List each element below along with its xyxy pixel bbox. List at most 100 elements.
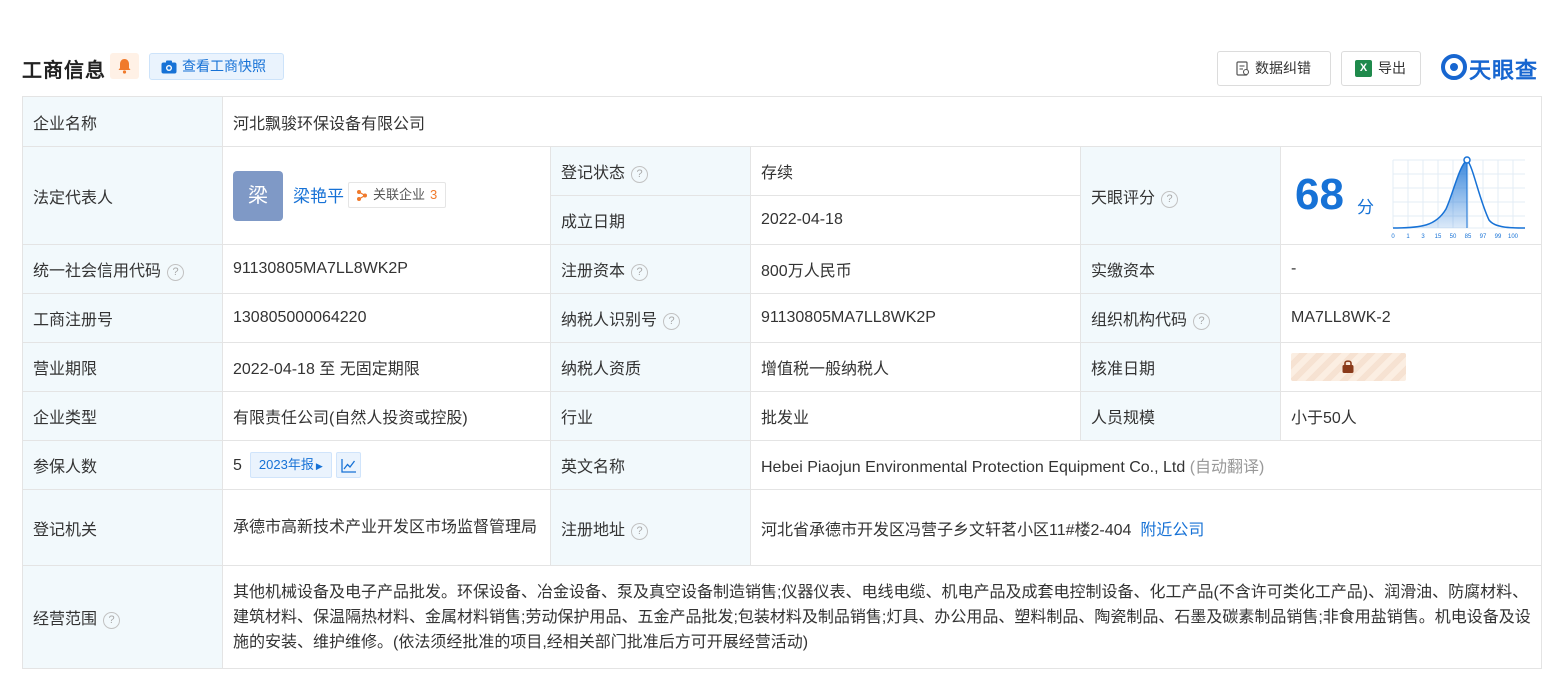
- help-icon[interactable]: ?: [1161, 190, 1179, 208]
- authority-label: 登记机关: [22, 489, 223, 566]
- score-tick: 0: [1391, 234, 1395, 240]
- help-icon[interactable]: ?: [1193, 313, 1211, 330]
- company-name-value: 河北飘骏环保设备有限公司: [221, 96, 1543, 147]
- legal-rep-label: 法定代表人: [22, 146, 223, 245]
- table-row: 登记机关 承德市高新技术产业开发区市场监督管理局 注册地址? 河北省承德市开发区…: [22, 489, 1543, 566]
- authority-value: 承德市高新技术产业开发区市场监督管理局: [222, 489, 551, 566]
- score-tick: 3: [1421, 234, 1425, 240]
- network-icon: [357, 189, 367, 201]
- excel-icon: X: [1355, 60, 1372, 77]
- type-value: 有限责任公司(自然人投资或控股): [222, 391, 551, 441]
- score-label-cell: 天眼评分?: [1080, 146, 1281, 245]
- locked-value-button[interactable]: [1291, 353, 1406, 381]
- reg-capital-label-cell: 注册资本?: [550, 244, 751, 294]
- help-icon[interactable]: ?: [631, 522, 649, 540]
- logo-text: 天眼查: [1469, 58, 1539, 83]
- score-tick: 97: [1480, 234, 1487, 240]
- caret-right-icon: ▶: [315, 461, 323, 471]
- insured-value: 5: [233, 457, 242, 474]
- approve-date-cell: [1279, 342, 1543, 392]
- address-label-cell: 注册地址?: [550, 489, 751, 566]
- export-label: 导出: [1378, 60, 1406, 76]
- subscribe-bell-button[interactable]: [110, 53, 139, 79]
- credit-code-value: 91130805MA7LL8WK2P: [222, 244, 551, 294]
- insured-label: 参保人数: [22, 440, 223, 490]
- score-tick: 1: [1406, 234, 1410, 240]
- help-icon[interactable]: ?: [631, 264, 649, 281]
- term-label: 营业期限: [22, 342, 223, 392]
- scope-label: 经营范围: [33, 611, 98, 628]
- credit-code-label: 统一社会信用代码: [33, 263, 162, 280]
- help-icon[interactable]: ?: [167, 264, 185, 281]
- score-tick: 100: [1508, 234, 1519, 240]
- scope-label-cell: 经营范围?: [22, 565, 223, 669]
- address-value: 河北省承德市开发区冯营子乡文轩茗小区11#楼2-404: [761, 521, 1132, 539]
- camera-icon: [161, 60, 177, 74]
- score-value: 68: [1295, 169, 1344, 219]
- taxpayer-id-label: 纳税人识别号: [561, 312, 658, 329]
- score-cell[interactable]: 68 分 0 1 3 15 50 85 97 99 100: [1279, 146, 1543, 245]
- insured-cell: 5 2023年报 ▶: [222, 440, 551, 490]
- found-date-label: 成立日期: [550, 195, 751, 245]
- term-value: 2022-04-18 至 无固定期限: [222, 342, 551, 392]
- related-count: 3: [430, 186, 438, 202]
- found-date-value: 2022-04-18: [750, 195, 1081, 245]
- help-icon[interactable]: ?: [103, 612, 121, 629]
- table-row: 营业期限 2022-04-18 至 无固定期限 纳税人资质 增值税一般纳税人 核…: [22, 342, 1543, 392]
- score-tick: 99: [1495, 234, 1502, 240]
- approve-date-label: 核准日期: [1080, 342, 1281, 392]
- status-label-cell: 登记状态?: [550, 146, 751, 196]
- snapshot-label: 查看工商快照: [182, 58, 266, 74]
- snapshot-button[interactable]: 查看工商快照: [149, 53, 284, 80]
- reg-capital-value: 800万人民币: [750, 244, 1081, 294]
- org-code-label-cell: 组织机构代码?: [1080, 293, 1281, 343]
- legal-rep-name-link[interactable]: 梁艳平: [293, 182, 344, 207]
- table-row: 企业类型 有限责任公司(自然人投资或控股) 行业 批发业 人员规模 小于50人: [22, 391, 1543, 441]
- lock-icon: [1342, 360, 1354, 373]
- status-value: 存续: [750, 146, 1081, 196]
- industry-value: 批发业: [750, 391, 1081, 441]
- annual-report-year-tag[interactable]: 2023年报 ▶: [249, 452, 332, 478]
- related-label: 关联企业: [373, 186, 426, 202]
- english-name-cell: Hebei Piaojun Environmental Protection E…: [749, 440, 1543, 490]
- legal-rep-cell: 梁 梁艳平 关联企业 3: [222, 146, 551, 245]
- reg-no-label: 工商注册号: [22, 293, 223, 343]
- reg-no-value: 130805000064220: [222, 293, 551, 343]
- table-row: 经营范围? 其他机械设备及电子产品批发。环保设备、冶金设备、泵及真空设备制造销售…: [22, 565, 1543, 669]
- reg-capital-label: 注册资本: [561, 263, 626, 280]
- type-label: 企业类型: [22, 391, 223, 441]
- help-icon[interactable]: ?: [631, 166, 649, 183]
- status-label: 登记状态: [561, 165, 626, 182]
- org-code-value: MA7LL8WK-2: [1279, 293, 1543, 343]
- staff-label: 人员规模: [1080, 391, 1281, 441]
- taxpayer-type-value: 增值税一般纳税人: [750, 342, 1081, 392]
- export-button[interactable]: X 导出: [1341, 51, 1421, 86]
- address-label: 注册地址: [561, 521, 626, 539]
- tianyancha-logo-icon: [1441, 54, 1467, 80]
- industry-label: 行业: [550, 391, 751, 441]
- score-distribution-chart: 0 1 3 15 50 85 97 99 100: [1391, 155, 1526, 240]
- table-row: 统一社会信用代码? 91130805MA7LL8WK2P 注册资本? 800万人…: [22, 244, 1543, 294]
- data-correction-label: 数据纠错: [1255, 60, 1311, 76]
- english-name-label: 英文名称: [550, 440, 751, 490]
- score-tick: 85: [1465, 234, 1472, 240]
- annual-report-year: 2023年报: [258, 457, 314, 472]
- business-info-table: 企业名称 河北飘骏环保设备有限公司 法定代表人 梁 梁艳平 关联企业 3 登记状态: [22, 96, 1543, 669]
- section-title: 工商信息: [22, 60, 106, 82]
- data-correction-button[interactable]: 数据纠错: [1217, 51, 1331, 86]
- trend-chart-button[interactable]: [335, 452, 361, 478]
- help-icon[interactable]: ?: [663, 313, 681, 330]
- edit-document-icon: [1236, 61, 1250, 76]
- taxpayer-type-label: 纳税人资质: [550, 342, 751, 392]
- taxpayer-id-label-cell: 纳税人识别号?: [550, 293, 751, 343]
- related-companies-tag[interactable]: 关联企业 3: [348, 181, 447, 208]
- english-name-value: Hebei Piaojun Environmental Protection E…: [761, 459, 1186, 476]
- auto-translate-note: (自动翻译): [1189, 459, 1265, 476]
- credit-code-label-cell: 统一社会信用代码?: [22, 244, 223, 294]
- score-unit: 分: [1357, 197, 1374, 217]
- address-cell: 河北省承德市开发区冯营子乡文轩茗小区11#楼2-404 附近公司: [749, 489, 1543, 566]
- nearby-companies-link[interactable]: 附近公司: [1140, 522, 1204, 539]
- paid-capital-label: 实缴资本: [1080, 244, 1281, 294]
- avatar: 梁: [233, 170, 283, 221]
- org-code-label: 组织机构代码: [1091, 312, 1188, 329]
